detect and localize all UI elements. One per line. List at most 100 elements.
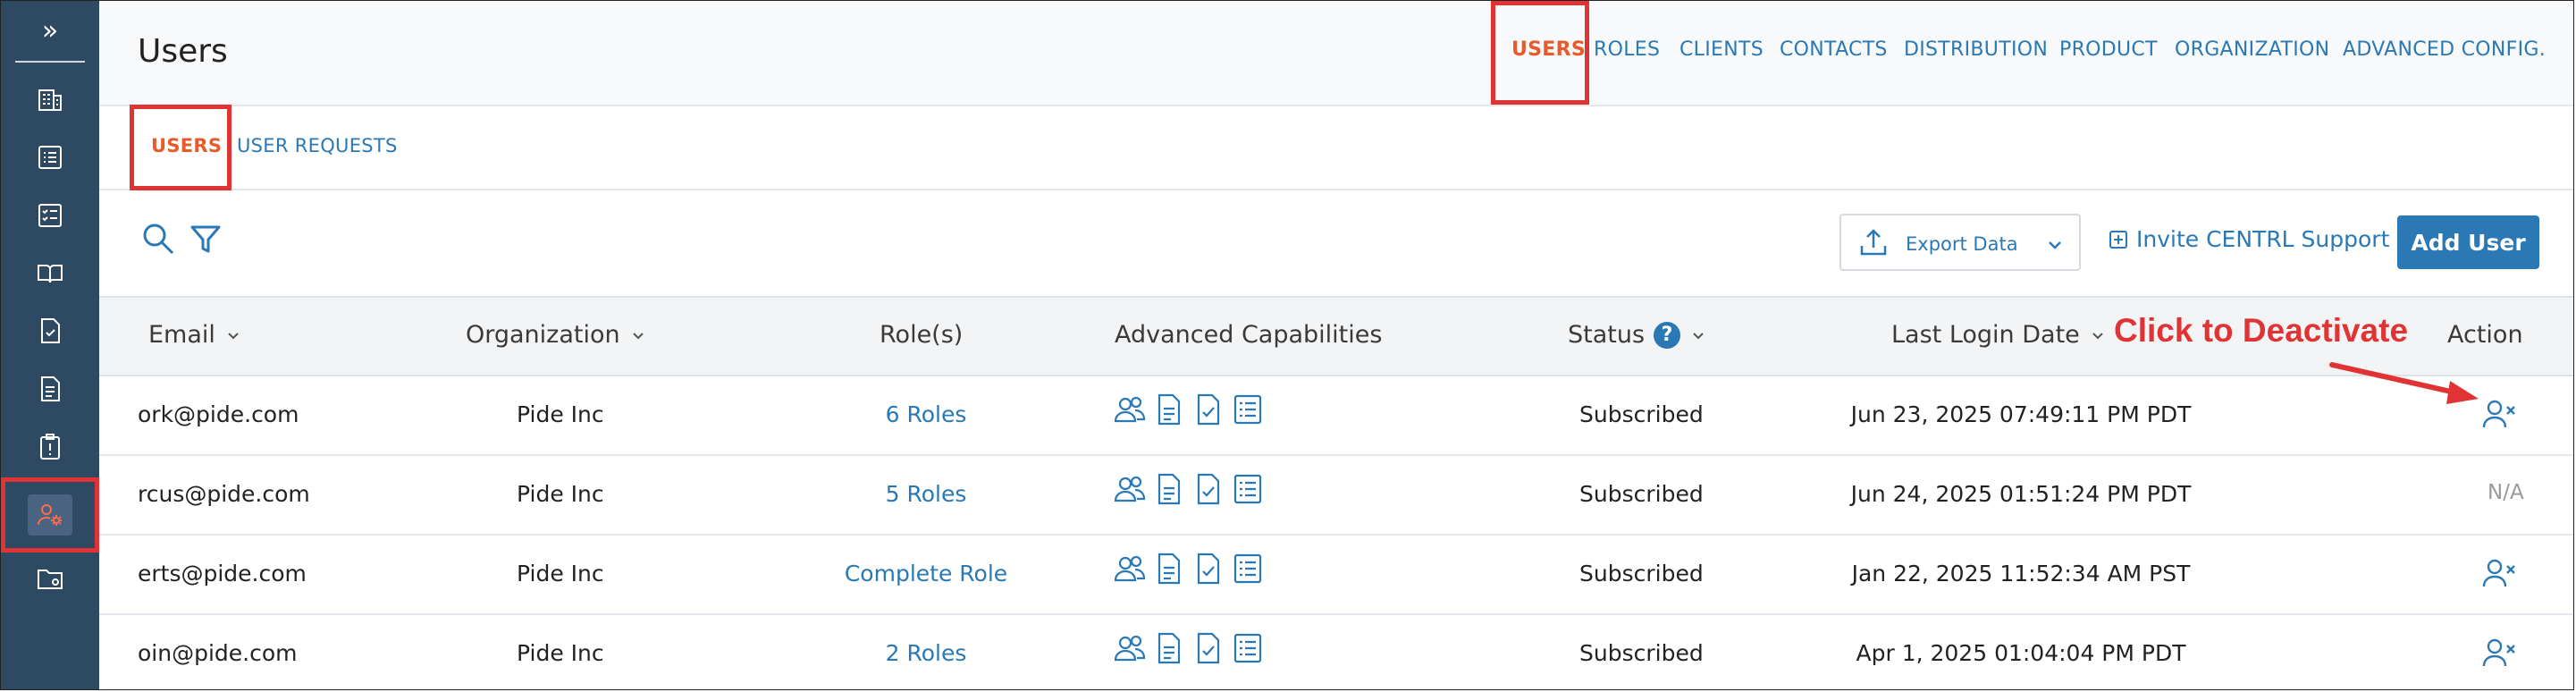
tab-contacts[interactable]: CONTACTS	[1780, 38, 1888, 61]
column-header-roles: Role(s)	[880, 321, 964, 349]
export-data-label: Export Data	[1906, 233, 2018, 255]
add-user-button[interactable]: Add User	[2397, 215, 2539, 269]
user-gear-icon	[38, 504, 62, 526]
cell-capabilities	[1114, 552, 1264, 586]
users-group-icon	[1114, 635, 1146, 662]
column-header-advanced-capabilities: Advanced Capabilities	[1115, 321, 1383, 349]
cell-roles-link[interactable]: 6 Roles	[814, 401, 1038, 427]
cell-organization: Pide Inc	[517, 640, 604, 666]
document-check-icon	[1197, 393, 1220, 426]
list-icon	[38, 146, 62, 169]
cell-status: Subscribed	[1579, 401, 1704, 427]
sub-tabs: USERS USER REQUESTS	[99, 106, 2573, 190]
sidebar-item-documents[interactable]	[1, 363, 99, 415]
tab-roles[interactable]: ROLES	[1594, 38, 1660, 61]
cell-roles-link[interactable]: Complete Role	[814, 561, 1038, 587]
document-check-icon	[41, 318, 60, 343]
tab-advanced-config[interactable]: ADVANCED CONFIG.	[2343, 38, 2546, 61]
plus-square-icon	[2109, 230, 2127, 249]
cell-capabilities	[1114, 631, 1264, 665]
search-icon[interactable]	[140, 221, 176, 257]
list-box-icon	[1233, 474, 1262, 504]
document-icon	[1158, 553, 1181, 585]
cell-last-login: Jan 22, 2025 11:52:34 AM PST	[1851, 561, 2191, 587]
document-icon	[1158, 632, 1181, 664]
chevron-down-icon	[2092, 332, 2103, 339]
upload-icon	[1860, 229, 1887, 256]
list-box-icon	[1233, 553, 1262, 584]
cell-status: Subscribed	[1579, 640, 1704, 666]
table-row: oin@pide.com Pide Inc 2 Roles Subscribed…	[99, 613, 2573, 689]
cell-capabilities	[1114, 392, 1264, 426]
highlight-box-users-tab	[1491, 1, 1589, 105]
app-window: » Users USERS ROLES CLIENTS CONTACTS DIS…	[0, 0, 2574, 690]
sidebar-item-assessments[interactable]	[1, 305, 99, 357]
table-row: ork@pide.com Pide Inc 6 Roles Subscribed…	[99, 375, 2573, 456]
cell-roles-link[interactable]: 2 Roles	[814, 640, 1038, 666]
sidebar-item-user-settings[interactable]	[1, 477, 99, 553]
list-box-icon	[1233, 394, 1262, 425]
sidebar-item-library[interactable]	[1, 248, 99, 300]
building-icon	[38, 89, 62, 111]
tab-distribution[interactable]: DISTRIBUTION	[1904, 38, 2048, 61]
cell-last-login: Jun 23, 2025 07:49:11 PM PDT	[1850, 401, 2192, 427]
column-header-email[interactable]: Email	[148, 321, 242, 349]
cell-email: ork@pide.com	[138, 401, 299, 427]
table-row: rcus@pide.com Pide Inc 5 Roles Subscribe…	[99, 454, 2573, 536]
cell-email: rcus@pide.com	[138, 481, 310, 507]
table-row: erts@pide.com Pide Inc Complete Role Sub…	[99, 534, 2573, 615]
deactivate-user-icon[interactable]	[2481, 396, 2517, 432]
column-header-organization[interactable]: Organization	[466, 321, 647, 349]
list-box-icon	[1233, 633, 1262, 663]
cell-email: oin@pide.com	[138, 640, 298, 666]
users-group-icon	[1114, 555, 1146, 582]
deactivate-user-icon[interactable]	[2481, 635, 2517, 671]
subtab-user-requests[interactable]: USER REQUESTS	[237, 135, 398, 156]
sidebar: »	[1, 1, 99, 689]
sidebar-item-folder-settings[interactable]	[1, 553, 99, 604]
deactivate-user-icon[interactable]	[2481, 555, 2517, 591]
cell-last-login: Apr 1, 2025 01:04:04 PM PDT	[1856, 640, 2186, 666]
cell-capabilities	[1114, 472, 1264, 506]
filter-icon[interactable]	[189, 223, 223, 257]
sidebar-item-list[interactable]	[1, 131, 99, 183]
cell-last-login: Jun 24, 2025 01:51:24 PM PDT	[1850, 481, 2192, 507]
sidebar-item-issues[interactable]	[1, 421, 99, 473]
sidebar-item-tasks[interactable]	[1, 190, 99, 241]
column-header-status[interactable]: Status ?	[1568, 321, 1707, 349]
invite-centrl-support-link[interactable]: Invite CENTRL Support	[2109, 226, 2389, 252]
help-icon[interactable]: ?	[1654, 321, 1681, 349]
chevron-down-icon	[1693, 332, 1704, 339]
cell-email: erts@pide.com	[138, 561, 307, 587]
sidebar-active-indicator	[28, 494, 72, 536]
column-header-last-login-date[interactable]: Last Login Date	[1891, 321, 2107, 349]
document-icon	[1158, 393, 1181, 426]
top-nav: USERS ROLES CLIENTS CONTACTS DISTRIBUTIO…	[99, 1, 2573, 105]
tab-clients[interactable]: CLIENTS	[1679, 38, 1764, 61]
tab-organization[interactable]: ORGANIZATION	[2175, 38, 2329, 61]
annotation-arrow	[2329, 362, 2479, 404]
column-header-action: Action	[2447, 321, 2523, 349]
checklist-icon	[38, 204, 62, 227]
cell-organization: Pide Inc	[517, 561, 604, 587]
invite-label: Invite CENTRL Support	[2136, 226, 2390, 252]
folder-gear-icon	[38, 570, 63, 589]
document-check-icon	[1197, 473, 1220, 505]
chevron-down-icon	[228, 332, 239, 339]
expand-sidebar-icon[interactable]: »	[1, 1, 99, 60]
action-na: N/A	[2488, 481, 2524, 504]
users-group-icon	[1114, 396, 1146, 423]
highlight-box-users-subtab	[130, 105, 232, 190]
document-icon	[41, 376, 60, 401]
tab-product[interactable]: PRODUCT	[2059, 38, 2158, 61]
cell-organization: Pide Inc	[517, 481, 604, 507]
users-group-icon	[1114, 476, 1146, 502]
chevron-down-icon	[632, 332, 644, 339]
open-book-icon	[38, 265, 63, 283]
cell-roles-link[interactable]: 5 Roles	[814, 481, 1038, 507]
export-data-dropdown[interactable]: Export Data	[1839, 214, 2081, 271]
cell-status: Subscribed	[1579, 561, 1704, 587]
sidebar-item-organizations[interactable]	[1, 73, 99, 125]
document-check-icon	[1197, 632, 1220, 664]
cell-organization: Pide Inc	[517, 401, 604, 427]
